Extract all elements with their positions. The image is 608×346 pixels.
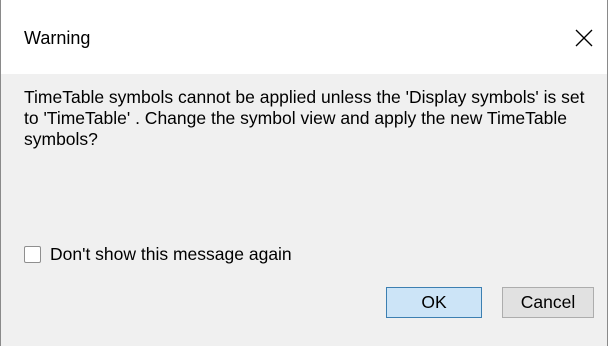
dialog-body: TimeTable symbols cannot be applied unle… — [1, 74, 607, 346]
checkbox-box[interactable] — [24, 245, 41, 263]
dialog-title: Warning — [24, 28, 91, 48]
ok-button[interactable]: OK — [386, 287, 482, 318]
dont-show-again-checkbox[interactable]: Don't show this message again — [24, 243, 292, 265]
close-icon — [575, 29, 593, 47]
warning-dialog: Warning TimeTable symbols cannot be appl… — [0, 0, 608, 346]
cancel-button[interactable]: Cancel — [502, 287, 594, 318]
warning-message: TimeTable symbols cannot be applied unle… — [24, 87, 585, 149]
close-button[interactable] — [561, 18, 607, 56]
checkbox-label[interactable]: Don't show this message again — [50, 243, 292, 265]
title-bar: Warning — [1, 0, 607, 74]
